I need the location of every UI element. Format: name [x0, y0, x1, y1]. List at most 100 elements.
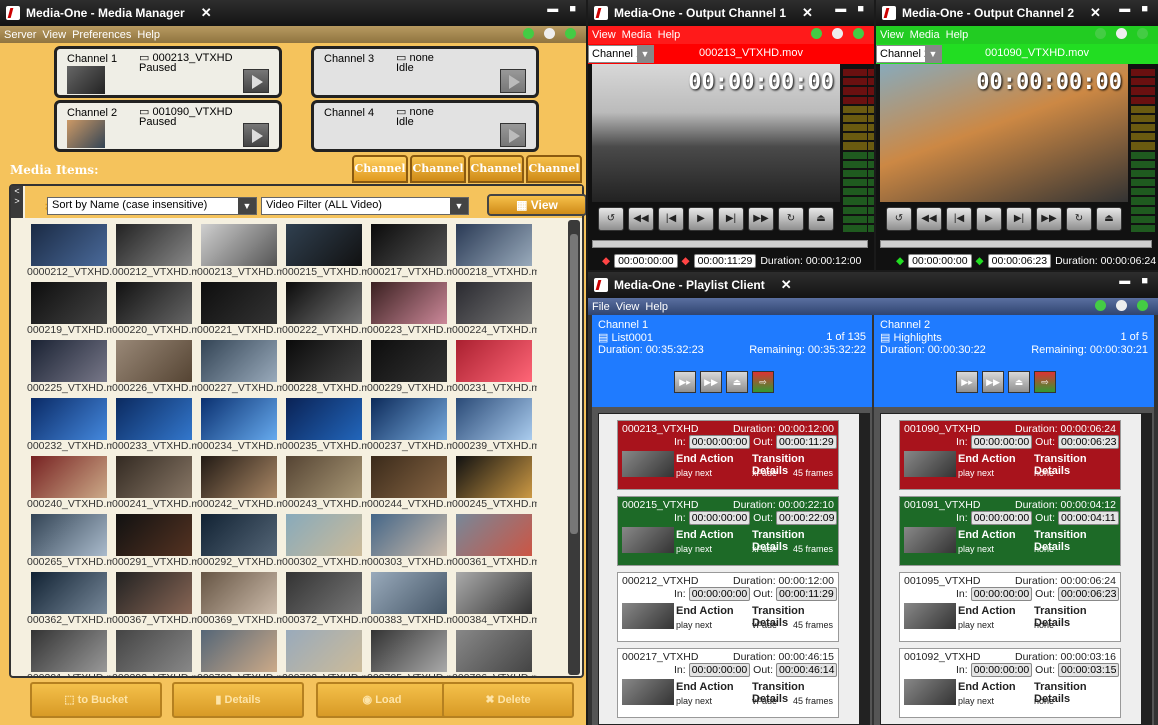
media-tile[interactable]: 000361_VTXHD.mov	[452, 511, 537, 569]
media-thumbnail[interactable]	[456, 572, 532, 614]
play-icon[interactable]: ▶	[688, 207, 714, 231]
end-action-value[interactable]: play next	[676, 468, 712, 478]
menu-file[interactable]: File	[592, 301, 610, 313]
play-button[interactable]	[500, 69, 526, 93]
item-in-timecode[interactable]: 00:00:00:00	[688, 511, 751, 525]
media-thumbnail[interactable]	[201, 224, 277, 266]
channel-box-4[interactable]: Channel 4 ▭ none Idle	[311, 100, 539, 152]
media-tile[interactable]: 000391_VTXHD.mov	[27, 627, 112, 676]
window-controls-icon[interactable]: ▬ ■	[1119, 275, 1152, 287]
fast-forward-icon[interactable]: ▶▶	[1036, 207, 1062, 231]
media-tile[interactable]: 000234_VTXHD.mov	[197, 395, 282, 453]
play-button[interactable]	[500, 123, 526, 147]
skip-back-icon[interactable]: |◀	[946, 207, 972, 231]
media-thumbnail[interactable]	[286, 340, 362, 382]
item-out-timecode[interactable]: 00:00:11:29	[776, 587, 837, 601]
fast-forward-icon[interactable]: ▶▶	[748, 207, 774, 231]
channel-select[interactable]: Channel 1 ▼	[588, 45, 654, 63]
transfer-icon[interactable]: ⇨	[1034, 371, 1056, 393]
menu-help[interactable]: Help	[645, 301, 668, 313]
media-thumbnail[interactable]	[456, 514, 532, 556]
media-thumbnail[interactable]	[31, 630, 107, 672]
media-tile[interactable]: 000706_VTXHD.mov	[452, 627, 537, 676]
media-tile[interactable]: 000237_VTXHD.mov	[367, 395, 452, 453]
media-manager-titlebar[interactable]: Media-One - Media Manager ✕ ▬ ■	[0, 0, 586, 26]
end-action-value[interactable]: play next	[676, 696, 712, 706]
scrub-bar[interactable]	[880, 240, 1152, 248]
media-tile[interactable]: 000239_VTXHD.mov	[452, 395, 537, 453]
end-action-value[interactable]: play next	[958, 468, 994, 478]
skip-back-icon[interactable]: |◀	[658, 207, 684, 231]
media-tile[interactable]: 000369_VTXHD.mov	[197, 569, 282, 627]
playlist-item[interactable]: 001091_VTXHD Duration: 00:00:04:12 In: 00:0…	[899, 496, 1121, 566]
end-action-value[interactable]: play next	[676, 620, 712, 630]
media-thumbnail[interactable]	[371, 340, 447, 382]
chevron-down-icon[interactable]: ▼	[637, 46, 653, 62]
media-tile[interactable]: 000243_VTXHD.mov	[282, 453, 367, 511]
transition-value[interactable]: none	[1034, 696, 1054, 706]
eject-icon[interactable]: ⏏	[1008, 371, 1030, 393]
media-thumbnail[interactable]	[286, 630, 362, 672]
playlist-item[interactable]: 000215_VTXHD Duration: 00:00:22:10 In: 00:0…	[617, 496, 839, 566]
media-tile[interactable]: 000215_VTXHD.mov	[282, 221, 367, 279]
transition-value[interactable]: xFade	[752, 468, 777, 478]
filter-select[interactable]: Video Filter (ALL Video) ▼	[261, 197, 469, 215]
media-thumbnail[interactable]	[31, 340, 107, 382]
menu-view[interactable]: View	[616, 301, 640, 313]
play-next-icon[interactable]: ▶▸	[956, 371, 978, 393]
details-button[interactable]: ▮ Details	[172, 682, 304, 718]
eject-icon[interactable]: ⏏	[726, 371, 748, 393]
fast-forward-icon[interactable]: ▶▶	[700, 371, 722, 393]
media-thumbnail[interactable]	[371, 282, 447, 324]
window-controls-icon[interactable]: ▬ ■	[835, 3, 868, 15]
media-thumbnail[interactable]	[456, 398, 532, 440]
media-tile[interactable]: 000302_VTXHD.mov	[282, 511, 367, 569]
media-tile[interactable]: 000233_VTXHD.mov	[112, 395, 197, 453]
media-tile[interactable]: 000224_VTXHD.mov	[452, 279, 537, 337]
out-timecode[interactable]: 00:00:11:29	[693, 254, 757, 268]
channel-box-1[interactable]: Channel 1 ▭ 000213_VTXHD Paused	[54, 46, 282, 98]
media-tile[interactable]: 000217_VTXHD.mov	[367, 221, 452, 279]
tab-channel-1[interactable]: Channel 1	[352, 155, 408, 199]
play-button[interactable]	[243, 123, 269, 147]
item-out-timecode[interactable]: 00:00:11:29	[776, 435, 837, 449]
fast-rewind-icon[interactable]: ◀◀	[628, 207, 654, 231]
fast-forward-icon[interactable]: ▶▶	[982, 371, 1004, 393]
media-tile[interactable]: 000219_VTXHD.mov	[27, 279, 112, 337]
load-button[interactable]: ◉ Load	[316, 682, 448, 718]
chevron-down-icon[interactable]: ▼	[450, 198, 468, 214]
media-thumbnail[interactable]	[286, 572, 362, 614]
media-thumbnail[interactable]	[456, 630, 532, 672]
item-out-timecode[interactable]: 00:00:46:14	[776, 663, 838, 677]
media-tile[interactable]: 000225_VTXHD.mov	[27, 337, 112, 395]
in-timecode[interactable]: 00:00:00:00	[908, 254, 972, 268]
playlist-scrollbar[interactable]	[860, 413, 870, 725]
end-action-value[interactable]: play next	[676, 544, 712, 554]
rewind-loop-icon[interactable]: ↺	[598, 207, 624, 231]
media-thumbnail[interactable]	[201, 630, 277, 672]
channel-select[interactable]: Channel 2 ▼	[876, 45, 942, 63]
media-tile[interactable]: 000703_VTXHD.mov	[282, 627, 367, 676]
skip-forward-icon[interactable]: ▶|	[1006, 207, 1032, 231]
media-tile[interactable]: 000384_VTXHD.mov	[452, 569, 537, 627]
media-thumbnail[interactable]	[116, 398, 192, 440]
channel-box-3[interactable]: Channel 3 ▭ none Idle	[311, 46, 539, 98]
scrub-bar[interactable]	[592, 240, 868, 248]
media-tile[interactable]: 000241_VTXHD.mov	[112, 453, 197, 511]
media-thumbnail[interactable]	[286, 514, 362, 556]
media-thumbnail[interactable]	[201, 456, 277, 498]
media-thumbnail[interactable]	[31, 456, 107, 498]
media-thumbnail[interactable]	[456, 456, 532, 498]
media-thumbnail[interactable]	[31, 398, 107, 440]
transition-value[interactable]: none	[1034, 620, 1054, 630]
item-out-timecode[interactable]: 00:00:06:23	[1058, 587, 1120, 601]
media-tile[interactable]: 000229_VTXHD.mov	[367, 337, 452, 395]
media-thumbnail[interactable]	[116, 224, 192, 266]
media-tile[interactable]: 000235_VTXHD.mov	[282, 395, 367, 453]
media-tile[interactable]: 000392_VTXHD.mov	[112, 627, 197, 676]
eject-icon[interactable]: ⏏	[1096, 207, 1122, 231]
menu-media[interactable]: Media	[910, 29, 940, 41]
item-in-timecode[interactable]: 00:00:00:00	[970, 435, 1033, 449]
item-out-timecode[interactable]: 00:00:03:15	[1058, 663, 1120, 677]
transition-value[interactable]: xFade	[752, 544, 777, 554]
